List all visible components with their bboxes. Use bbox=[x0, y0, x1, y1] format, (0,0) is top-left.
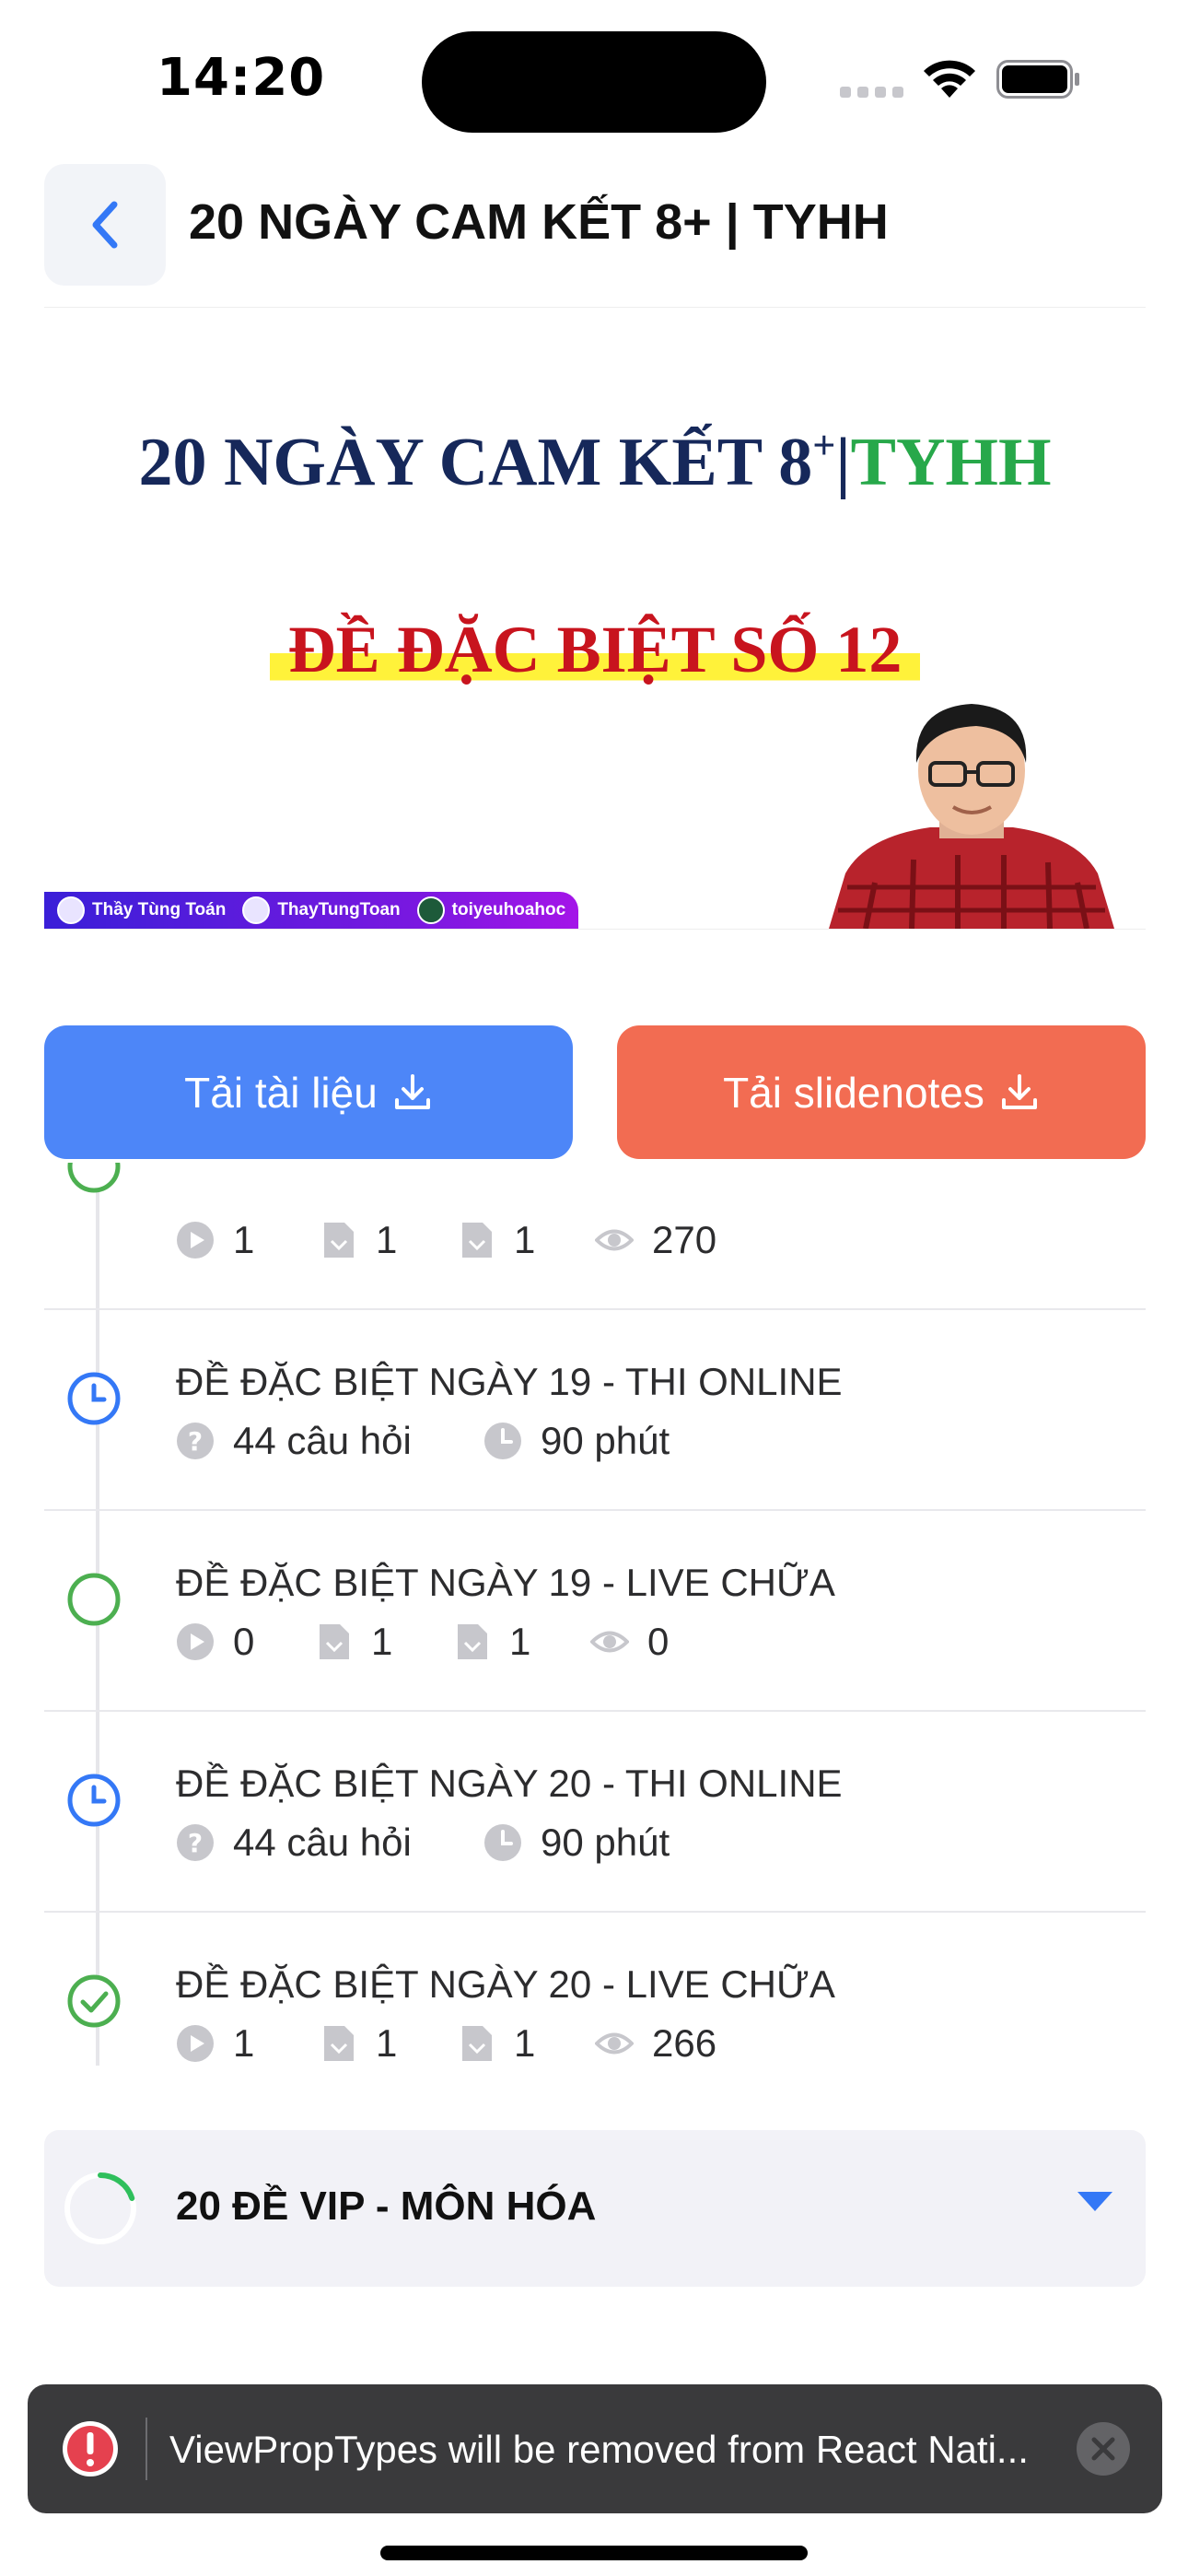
clock-icon bbox=[484, 1423, 521, 1459]
video-player[interactable]: 20 NGÀY CAM KẾT 8+|TYHH ĐỀ ĐẶC BIỆT SỐ 1… bbox=[44, 307, 1146, 930]
caret-down-icon[interactable] bbox=[1076, 2189, 1114, 2213]
close-icon[interactable] bbox=[1076, 2421, 1131, 2476]
lesson-meta: 1 1 1 266 bbox=[176, 2021, 716, 2066]
social-strip: Thầy Tùng Toán ThayTungToan toiyeuhoahoc bbox=[44, 892, 578, 929]
social-youtube: ThayTungToan bbox=[242, 896, 401, 924]
wifi-icon bbox=[924, 60, 975, 98]
lesson-title: ĐỀ ĐẶC BIỆT NGÀY 19 - LIVE CHỮA bbox=[176, 1561, 835, 1604]
section-title: 20 ĐỀ VIP - MÔN HÓA bbox=[176, 2184, 597, 2229]
svg-text:?: ? bbox=[188, 1828, 203, 1858]
eye-icon bbox=[595, 2032, 634, 2055]
dynamic-island bbox=[422, 31, 766, 133]
social-facebook: Thầy Tùng Toán bbox=[57, 896, 226, 924]
clock-icon bbox=[484, 1824, 521, 1861]
question-icon: ? bbox=[177, 1824, 214, 1861]
video-icon bbox=[177, 1623, 214, 1660]
error-icon bbox=[63, 2421, 118, 2476]
lesson-meta: 1 1 1 270 bbox=[176, 1218, 716, 1262]
list-item[interactable]: ĐỀ ĐẶC BIỆT NGÀY 20 - LIVE CHỮA 1 1 1 26… bbox=[44, 1911, 1146, 2112]
status-circle-icon bbox=[67, 1573, 121, 1626]
divider bbox=[146, 2418, 147, 2480]
home-indicator[interactable] bbox=[380, 2546, 808, 2560]
clock-icon bbox=[67, 1774, 121, 1827]
lesson-meta: ? 44 câu hỏi 90 phút bbox=[176, 1821, 670, 1865]
eye-icon bbox=[590, 1631, 629, 1653]
file-icon bbox=[458, 1624, 487, 1659]
eye-icon bbox=[595, 1229, 634, 1251]
file-icon bbox=[462, 1223, 492, 1258]
list-item[interactable]: ĐỀ ĐẶC BIỆT NGÀY 19 - THI ONLINE ? 44 câu… bbox=[44, 1308, 1146, 1511]
list-item[interactable]: ĐỀ ĐẶC BIỆT NGÀY 20 - THI ONLINE ? 44 câu… bbox=[44, 1710, 1146, 1913]
back-button[interactable] bbox=[44, 164, 166, 286]
question-icon: ? bbox=[177, 1423, 214, 1459]
list-item[interactable]: 1 1 1 270 bbox=[44, 1163, 1146, 1310]
avatar bbox=[57, 896, 85, 924]
banner-title: 20 NGÀY CAM KẾT 8+|TYHH bbox=[138, 423, 1052, 500]
status-time: 14:20 bbox=[157, 48, 326, 108]
document-icon bbox=[324, 1223, 354, 1258]
check-circle-icon bbox=[67, 1974, 121, 2028]
battery-icon bbox=[996, 60, 1079, 99]
progress-ring-icon bbox=[64, 2172, 136, 2244]
lesson-title: ĐỀ ĐẶC BIỆT NGÀY 19 - THI ONLINE bbox=[176, 1360, 843, 1403]
section-header[interactable]: 20 ĐỀ VIP - MÔN HÓA bbox=[44, 2130, 1146, 2287]
video-icon bbox=[177, 2025, 214, 2062]
lesson-title: ĐỀ ĐẶC BIỆT NGÀY 20 - THI ONLINE bbox=[176, 1762, 843, 1805]
download-icon bbox=[394, 1073, 430, 1109]
clock-icon bbox=[67, 1372, 121, 1425]
document-icon bbox=[320, 1624, 349, 1659]
social-tiktok: toiyeuhoahoc bbox=[416, 896, 565, 924]
status-circle-icon bbox=[67, 1163, 121, 1193]
logo-icon bbox=[416, 896, 445, 924]
lesson-title: ĐỀ ĐẶC BIỆT NGÀY 20 - LIVE CHỮA bbox=[176, 1962, 835, 2006]
document-icon bbox=[324, 2026, 354, 2061]
banner-subtitle: ĐỀ ĐẶC BIỆT SỐ 12 bbox=[44, 612, 1146, 688]
toast-message: ViewPropTypes will be removed from React… bbox=[169, 2428, 1029, 2471]
download-slides-button[interactable]: Tải slidenotes bbox=[617, 1025, 1146, 1159]
download-icon bbox=[1001, 1073, 1037, 1109]
lesson-meta: ? 44 câu hỏi 90 phút bbox=[176, 1419, 670, 1463]
teacher-image bbox=[829, 704, 1114, 929]
file-icon bbox=[462, 2026, 492, 2061]
list-item[interactable]: ĐỀ ĐẶC BIỆT NGÀY 19 - LIVE CHỮA 0 1 1 0 bbox=[44, 1509, 1146, 1712]
lesson-meta: 0 1 1 0 bbox=[176, 1620, 669, 1664]
chevron-left-icon bbox=[92, 201, 118, 249]
page-title: 20 NGÀY CAM KẾT 8+ | TYHH bbox=[189, 194, 889, 250]
signal-icon bbox=[840, 87, 904, 100]
avatar bbox=[242, 896, 271, 924]
svg-text:?: ? bbox=[188, 1426, 203, 1457]
video-icon bbox=[177, 1222, 214, 1259]
error-toast[interactable]: ViewPropTypes will be removed from React… bbox=[28, 2384, 1162, 2513]
download-docs-button[interactable]: Tải tài liệu bbox=[44, 1025, 573, 1159]
